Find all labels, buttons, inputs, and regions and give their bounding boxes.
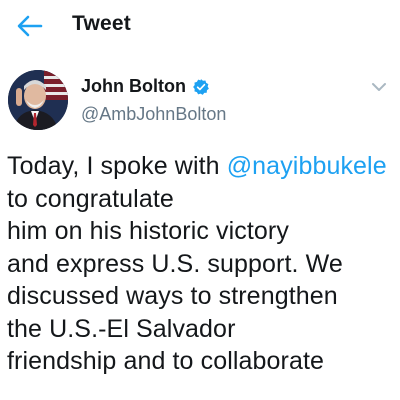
avatar[interactable]: [8, 70, 68, 130]
avatar-image: [8, 70, 68, 130]
author-handle[interactable]: @AmbJohnBolton: [81, 104, 226, 125]
tweet-detail-screen: Tweet John Bolton @AmbJohnBolton Today, …: [0, 0, 400, 400]
author-name[interactable]: John Bolton: [81, 76, 186, 97]
back-button[interactable]: [12, 10, 48, 42]
arrow-left-icon: [17, 15, 43, 37]
tweet-text-start: Today, I spoke with: [7, 152, 220, 180]
top-bar: Tweet: [0, 0, 400, 52]
mention-link[interactable]: @nayibbukele: [227, 152, 387, 180]
author-row: John Bolton: [81, 76, 210, 97]
chevron-down-icon[interactable]: [370, 80, 388, 94]
tweet-text-rest: to congratulate him on his historic vict…: [7, 184, 343, 376]
page-title: Tweet: [72, 12, 131, 35]
tweet-text: Today, I spoke with @nayibbukele to cong…: [7, 150, 400, 378]
verified-badge-icon: [193, 78, 209, 95]
